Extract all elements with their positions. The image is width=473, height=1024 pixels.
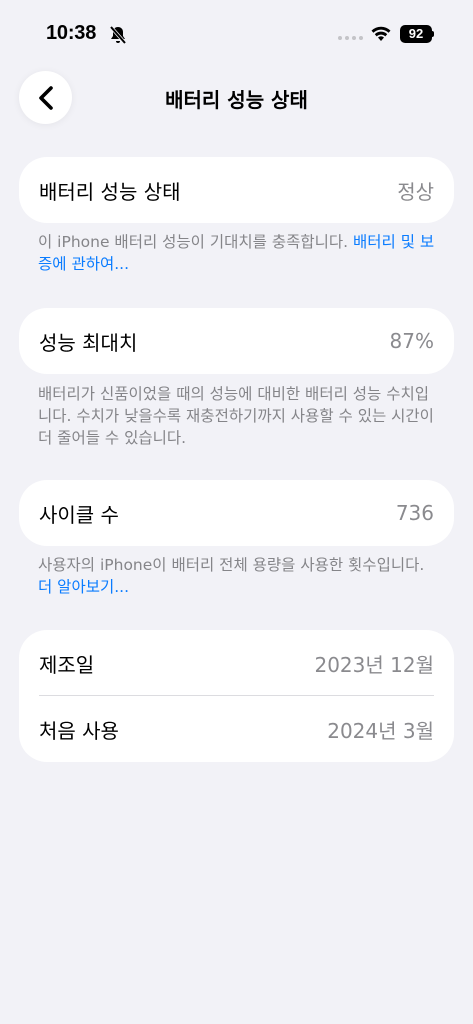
cycle-count-row: 사이클 수 736 (19, 480, 454, 546)
page-title: 배터리 성능 상태 (165, 88, 308, 112)
first-use-label: 처음 사용 (39, 718, 119, 743)
bell-slash-icon (109, 25, 127, 45)
cycle-count-footnote: 사용자의 iPhone이 배터리 전체 용량을 사용한 횟수입니다. 더 알아보… (38, 554, 438, 598)
wifi-icon (371, 26, 391, 41)
manufacture-date-label: 제조일 (39, 652, 95, 677)
manufacture-date-row: 제조일 2023년 12월 (19, 630, 454, 696)
cycle-count-card: 사이클 수 736 (19, 480, 454, 546)
learn-more-link[interactable]: 더 알아보기... (38, 578, 129, 596)
status-bar: 10:38 92 (0, 0, 473, 62)
battery-health-footnote-text: 이 iPhone 배터리 성능이 기대치를 충족합니다. (38, 233, 353, 251)
first-use-value: 2024년 3월 (327, 718, 434, 743)
manufacture-date-value: 2023년 12월 (314, 652, 434, 677)
signal-dots-icon (338, 36, 363, 40)
max-capacity-value: 87% (389, 329, 434, 353)
max-capacity-label: 성능 최대치 (39, 330, 138, 355)
battery-health-card: 배터리 성능 상태 정상 (19, 157, 454, 223)
battery-health-row: 배터리 성능 상태 정상 (19, 157, 454, 223)
battery-icon: 92 (400, 25, 432, 43)
first-use-row: 처음 사용 2024년 3월 (19, 696, 454, 762)
battery-health-label: 배터리 성능 상태 (39, 179, 181, 204)
battery-health-footnote: 이 iPhone 배터리 성능이 기대치를 충족합니다. 배터리 및 보증에 관… (38, 231, 438, 275)
max-capacity-row: 성능 최대치 87% (19, 308, 454, 374)
dates-card: 제조일 2023년 12월 처음 사용 2024년 3월 (19, 630, 454, 762)
cycle-count-value: 736 (395, 501, 434, 525)
battery-tip (432, 31, 434, 37)
cycle-count-footnote-text: 사용자의 iPhone이 배터리 전체 용량을 사용한 횟수입니다. (38, 556, 425, 574)
status-time: 10:38 (46, 22, 97, 44)
max-capacity-footnote: 배터리가 신품이었을 때의 성능에 대비한 배터리 성능 수치입니다. 수치가 … (38, 385, 434, 447)
cycle-count-label: 사이클 수 (39, 502, 119, 527)
battery-health-value: 정상 (397, 179, 434, 204)
max-capacity-card: 성능 최대치 87% (19, 308, 454, 374)
